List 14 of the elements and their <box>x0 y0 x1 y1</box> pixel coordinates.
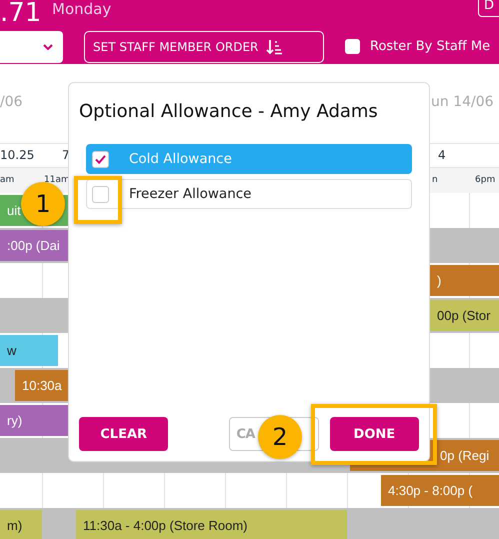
option-label: Freezer Allowance <box>129 186 252 202</box>
dialog-title: Optional Allowance - Amy Adams <box>79 101 379 122</box>
day-label: Monday <box>52 0 112 18</box>
date-label: un 14/06 <box>431 94 494 110</box>
option-label: Cold Allowance <box>129 151 232 167</box>
hour-label: 6pm <box>475 175 496 185</box>
column-header: 4 <box>438 148 446 162</box>
checkbox-label: Roster By Staff Me <box>370 39 490 54</box>
hour-label: n <box>432 175 438 185</box>
date-label: /06 <box>0 94 23 110</box>
hour-label: am <box>0 175 14 185</box>
amount-text: .71 <box>0 0 42 28</box>
column-header: 7 <box>62 148 70 162</box>
column-header: 10.25 <box>0 148 34 162</box>
